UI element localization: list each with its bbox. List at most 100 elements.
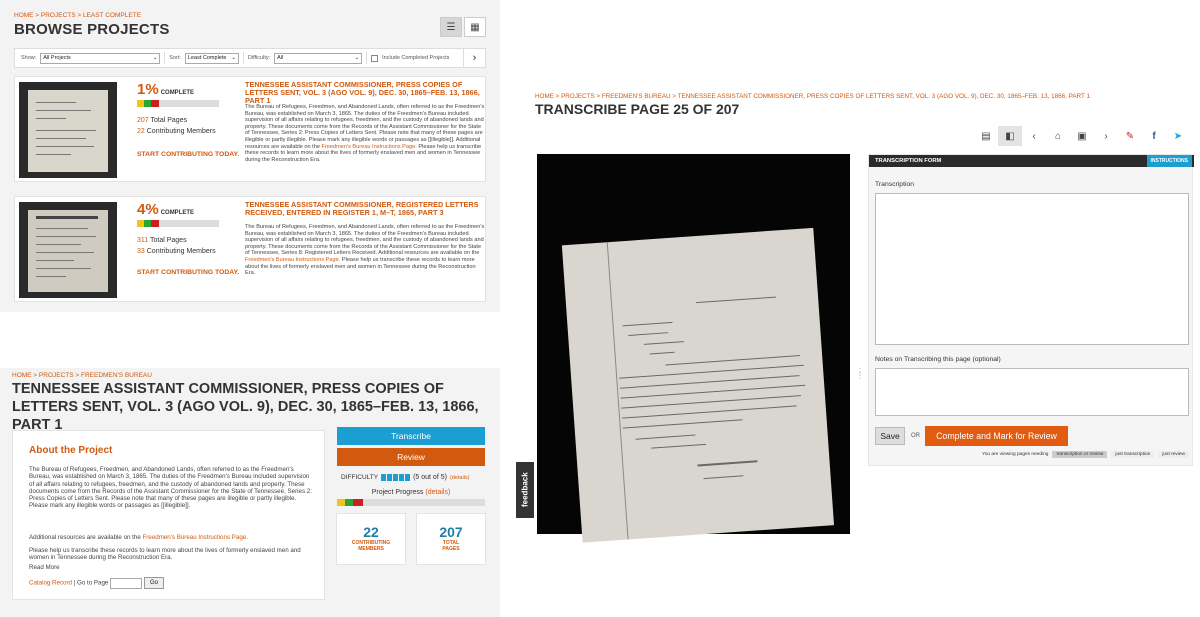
- document-page-image: [561, 227, 835, 543]
- project-thumbnail[interactable]: [19, 202, 117, 298]
- feedback-tab[interactable]: feedback: [516, 462, 534, 518]
- facebook-icon: f: [1152, 130, 1156, 142]
- about-paragraph: Please help us transcribe these records …: [29, 547, 301, 562]
- layout-vertical-button[interactable]: ◧: [998, 126, 1022, 146]
- difficulty-label: Difficulty:: [247, 55, 271, 61]
- contributing-members: 33 Contributing Members: [137, 248, 216, 255]
- instructions-button[interactable]: INSTRUCTIONS: [1146, 155, 1192, 167]
- form-header: TRANSCRIPTION FORM: [869, 155, 1194, 167]
- project-description: The Bureau of Refugees, Freedmen, and Ab…: [245, 224, 485, 277]
- about-paragraph: Additional resources are available on th…: [29, 534, 248, 541]
- filter-just-review[interactable]: just review: [1158, 451, 1189, 458]
- transcription-textarea[interactable]: [875, 193, 1189, 345]
- project-title-link[interactable]: TENNESSEE ASSISTANT COMMISSIONER, REGIST…: [245, 201, 485, 217]
- home-icon: ⌂: [1054, 130, 1062, 142]
- show-label: Show:: [21, 55, 37, 61]
- project-description: The Bureau of Refugees, Freedmen, and Ab…: [245, 104, 485, 163]
- contributing-members: 22 Contributing Members: [137, 128, 216, 135]
- browse-projects-panel: HOME > PROJECTS > LEAST COMPLETE BROWSE …: [0, 0, 500, 312]
- complete-review-button[interactable]: Complete and Mark for Review: [925, 426, 1068, 446]
- layout-horizontal-button[interactable]: ▤: [974, 126, 998, 146]
- page-image-viewer[interactable]: [537, 154, 850, 543]
- chevron-right-icon: ›: [1104, 130, 1108, 142]
- twitter-share-button[interactable]: ➤: [1166, 126, 1190, 146]
- or-separator: OR: [911, 433, 920, 439]
- instructions-link[interactable]: Freedmen's Bureau Instructions Page.: [322, 144, 417, 150]
- percent-complete: 4% COMPLETE: [137, 201, 195, 218]
- project-home-button[interactable]: ⌂: [1046, 126, 1070, 146]
- pdf-icon: ✎: [1125, 130, 1135, 142]
- instructions-link[interactable]: Freedmen's Bureau Instructions Page.: [143, 534, 248, 541]
- difficulty-block: [399, 474, 405, 481]
- sort-label: Sort:: [169, 55, 181, 61]
- progress-bar: [137, 100, 219, 107]
- about-heading: About the Project: [29, 445, 113, 456]
- chevron-right-icon: ›: [472, 52, 477, 64]
- chevron-down-icon: ⌄: [354, 55, 360, 61]
- next-page-button[interactable]: ›: [463, 49, 485, 67]
- instructions-link[interactable]: Freedmen's Bureau Instructions Page.: [245, 257, 340, 263]
- goto-page-input[interactable]: [110, 577, 143, 589]
- goto-page-row: Catalog Record | Go to Page Go: [29, 577, 314, 589]
- list-icon: ☰: [446, 21, 456, 33]
- breadcrumb[interactable]: HOME > PROJECTS > FREEDMEN'S BUREAU: [12, 372, 152, 379]
- progress-details-link[interactable]: (details): [425, 489, 450, 496]
- layout-vertical-icon: ◧: [1005, 130, 1015, 142]
- read-more-link[interactable]: Read More: [29, 564, 314, 571]
- project-panel: HOME > PROJECTS > FREEDMEN'S BUREAU TENN…: [0, 368, 500, 617]
- project-thumbnail[interactable]: [19, 82, 117, 178]
- project-card[interactable]: 1% COMPLETE 207 Total Pages 22 Contributi…: [14, 76, 486, 182]
- list-view-button[interactable]: ☰: [440, 17, 462, 37]
- page-title: TENNESSEE ASSISTANT COMMISSIONER, PRESS …: [12, 381, 479, 433]
- show-select[interactable]: All Projects ⌄: [40, 52, 161, 64]
- notes-textarea[interactable]: [875, 368, 1189, 416]
- save-button[interactable]: Save: [875, 427, 905, 445]
- total-pages: 207 Total Pages: [137, 117, 188, 124]
- include-completed-label: Include Completed Projects: [382, 55, 450, 61]
- progress-bar: [137, 220, 219, 227]
- difficulty-block: [387, 474, 393, 481]
- resize-handle-icon[interactable]: ⋮ ⋮: [856, 368, 864, 380]
- members-stat: 22 CONTRIBUTING MEMBERS: [336, 513, 406, 565]
- breadcrumb[interactable]: HOME > PROJECTS > FREEDMEN'S BUREAU > TE…: [535, 93, 1090, 100]
- chevron-down-icon: ⌄: [152, 55, 158, 61]
- include-completed-checkbox[interactable]: [371, 54, 379, 62]
- transcription-label: Transcription: [875, 181, 915, 188]
- twitter-icon: ➤: [1173, 130, 1183, 142]
- pdf-button[interactable]: ✎: [1118, 126, 1142, 146]
- difficulty-block: [381, 474, 387, 481]
- filter-transcription-or-review[interactable]: transcription or review: [1052, 451, 1108, 458]
- sort-select[interactable]: Least Complete ⌄: [184, 52, 239, 64]
- difficulty-select[interactable]: All ⌄: [274, 52, 363, 64]
- go-button[interactable]: Go: [143, 577, 165, 589]
- previous-page-button[interactable]: ‹: [1022, 126, 1046, 146]
- about-project-box: About the Project The Bureau of Refugees…: [12, 430, 325, 600]
- gallery-button[interactable]: ▣: [1070, 126, 1094, 146]
- next-page-button[interactable]: ›: [1094, 126, 1118, 146]
- start-contributing-link[interactable]: START CONTRIBUTING TODAY.: [137, 269, 239, 276]
- transcribe-button[interactable]: Transcribe: [337, 427, 485, 445]
- review-button[interactable]: Review: [337, 448, 485, 466]
- grid-view-button[interactable]: ▦: [464, 17, 486, 37]
- gallery-icon: ▣: [1077, 130, 1087, 142]
- viewer-toolbar: ▤ ◧ ‹ ⌂ ▣ › ✎ f ➤: [974, 126, 1190, 146]
- filter-just-transcription[interactable]: just transcription: [1111, 451, 1155, 458]
- catalog-record-link[interactable]: Catalog Record: [29, 580, 72, 587]
- chevron-down-icon: ⌄: [231, 55, 236, 61]
- project-progress-heading: Project Progress (details): [371, 489, 451, 496]
- page-filter-row: You are viewing pages needing transcript…: [875, 451, 1189, 458]
- pages-stat: 207 TOTAL PAGES: [416, 513, 486, 565]
- project-card[interactable]: 4% COMPLETE 311 Total Pages 33 Contributi…: [14, 196, 486, 302]
- total-pages: 311 Total Pages: [137, 237, 187, 244]
- facebook-share-button[interactable]: f: [1142, 126, 1166, 146]
- about-paragraph: The Bureau of Refugees, Freedmen, and Ab…: [29, 466, 312, 510]
- layout-horizontal-icon: ▤: [981, 130, 991, 142]
- difficulty-block: [405, 474, 411, 481]
- difficulty-block: [393, 474, 399, 481]
- difficulty-details-link[interactable]: (details): [450, 475, 470, 481]
- start-contributing-link[interactable]: START CONTRIBUTING TODAY.: [137, 151, 239, 158]
- difficulty-meter: [381, 474, 411, 481]
- breadcrumb[interactable]: HOME > PROJECTS > LEAST COMPLETE: [14, 12, 141, 19]
- project-title-link[interactable]: TENNESSEE ASSISTANT COMMISSIONER, PRESS …: [245, 81, 485, 105]
- page-title: BROWSE PROJECTS: [14, 21, 170, 38]
